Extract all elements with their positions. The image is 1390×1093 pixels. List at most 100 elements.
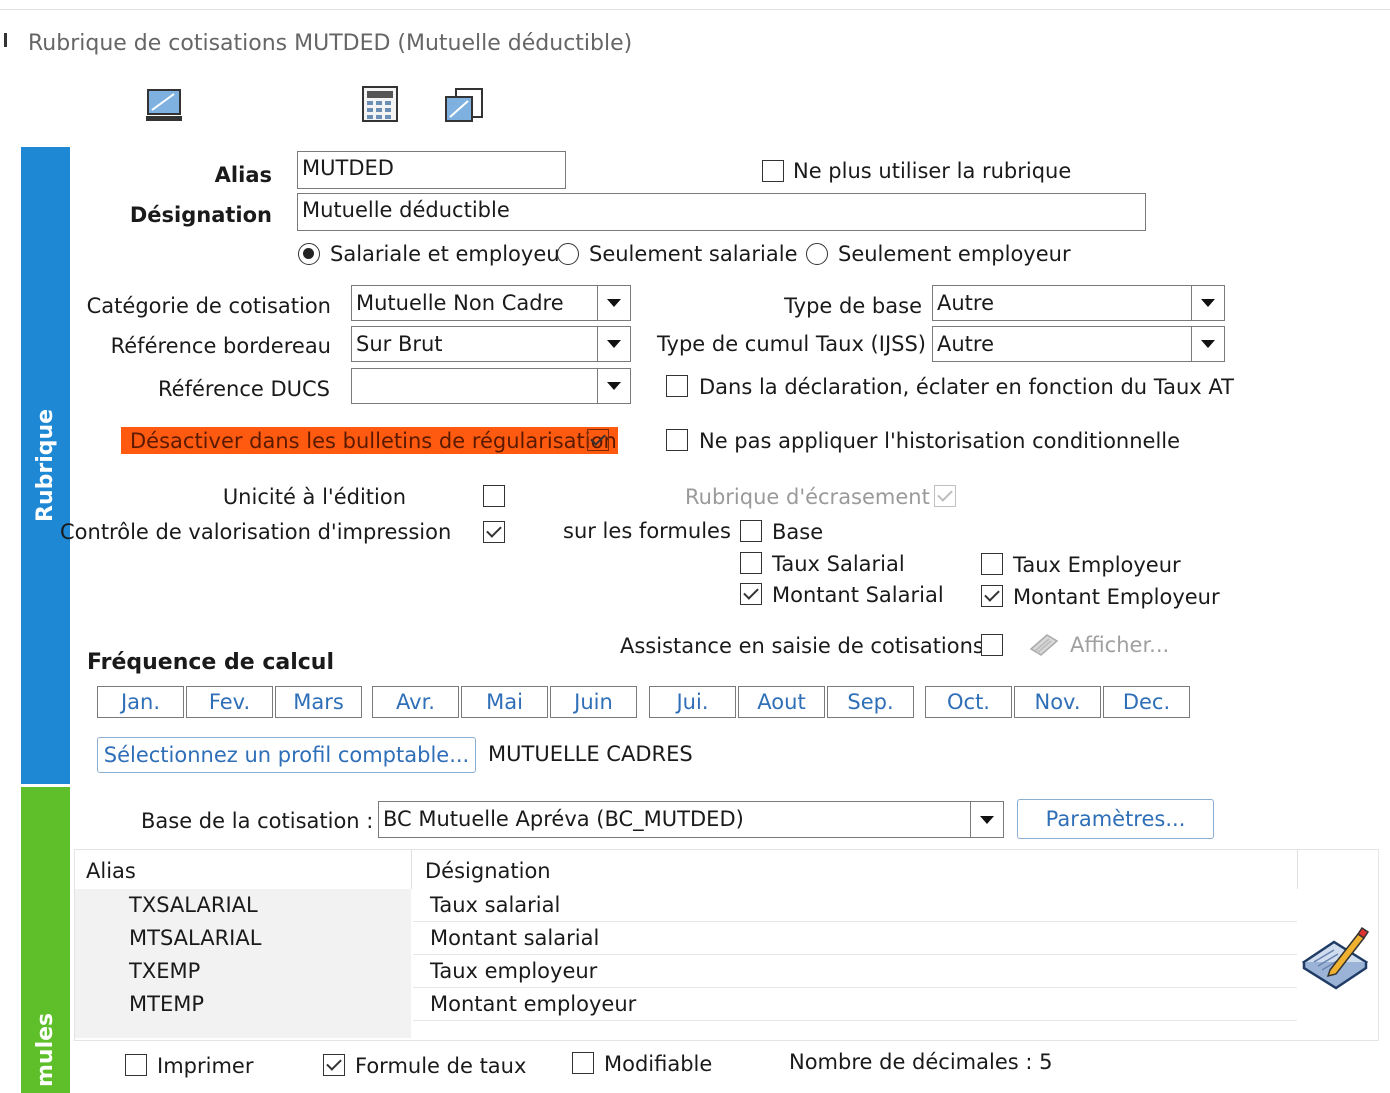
- categorie-label: Catégorie de cotisation: [86, 294, 331, 318]
- calculator-icon[interactable]: [361, 85, 401, 129]
- chevron-down-icon[interactable]: [597, 327, 630, 361]
- eclater-checkbox[interactable]: [666, 375, 688, 397]
- categorie-select[interactable]: Mutuelle Non Cadre: [351, 285, 631, 321]
- month-oct[interactable]: Oct.: [925, 686, 1012, 718]
- month-mars[interactable]: Mars: [275, 686, 362, 718]
- sidebar-tab-formules[interactable]: mules: [21, 787, 70, 1093]
- chevron-down-icon[interactable]: [1191, 286, 1224, 320]
- radio-salariale-employeur-label: Salariale et employeur: [330, 242, 569, 266]
- formule-taux-employeur-checkbox[interactable]: [981, 553, 1003, 575]
- type-base-value: Autre: [937, 291, 995, 315]
- assistance-label: Assistance en saisie de cotisations: [620, 634, 984, 658]
- formule-taux-salarial-checkbox[interactable]: [740, 552, 762, 574]
- chevron-down-icon[interactable]: [1191, 327, 1224, 361]
- alias-input[interactable]: MUTDED: [297, 151, 566, 189]
- profil-comptable-button[interactable]: Sélectionnez un profil comptable...: [97, 737, 476, 773]
- row-designation: Taux employeur: [413, 955, 1297, 988]
- chevron-down-icon[interactable]: [597, 369, 630, 403]
- desactiver-highlight[interactable]: Désactiver dans les bulletins de régular…: [121, 427, 618, 454]
- formule-montant-employeur-checkbox[interactable]: [981, 585, 1003, 607]
- base-cotisation-select[interactable]: BC Mutuelle Apréva (BC_MUTDED): [378, 801, 1004, 838]
- designation-input[interactable]: Mutuelle déductible: [297, 193, 1146, 231]
- nombre-decimales-label: Nombre de décimales : 5: [789, 1050, 1053, 1074]
- unicite-checkbox[interactable]: [483, 485, 505, 507]
- month-mai[interactable]: Mai: [461, 686, 548, 718]
- eclater-label: Dans la déclaration, éclater en fonction…: [699, 375, 1234, 399]
- type-base-select[interactable]: Autre: [932, 285, 1225, 321]
- formule-base-label: Base: [772, 520, 824, 544]
- row-alias: MTEMP: [75, 988, 411, 1021]
- ref-bordereau-value: Sur Brut: [356, 332, 443, 356]
- sidebar-tab-rubrique-label: Rubrique: [33, 408, 58, 522]
- afficher-icon: [1027, 631, 1061, 663]
- profil-comptable-value: MUTUELLE CADRES: [488, 742, 693, 766]
- alias-label: Alias: [214, 163, 272, 187]
- modifiable-checkbox[interactable]: [572, 1052, 594, 1074]
- unicite-label: Unicité à l'édition: [222, 485, 406, 509]
- month-juin[interactable]: Juin: [550, 686, 637, 718]
- table-header-divider: [411, 849, 412, 889]
- assistance-checkbox[interactable]: [981, 634, 1003, 656]
- windows-icon[interactable]: [444, 87, 486, 129]
- row-alias: TXEMP: [75, 955, 411, 988]
- row-alias: TXSALARIAL: [75, 889, 411, 922]
- table-row[interactable]: MTSALARIAL Montant salarial: [75, 922, 1297, 955]
- type-cumul-label: Type de cumul Taux (IJSS): [656, 332, 926, 356]
- formule-de-taux-checkbox[interactable]: [323, 1054, 345, 1076]
- ne-plus-utiliser-label: Ne plus utiliser la rubrique: [793, 159, 1072, 183]
- ref-ducs-label: Référence DUCS: [158, 377, 330, 401]
- radio-seulement-employeur[interactable]: [806, 243, 828, 265]
- modifiable-label: Modifiable: [604, 1052, 713, 1076]
- ref-bordereau-select[interactable]: Sur Brut: [351, 326, 631, 362]
- month-nov[interactable]: Nov.: [1014, 686, 1101, 718]
- month-avr[interactable]: Avr.: [372, 686, 459, 718]
- historisation-checkbox[interactable]: [666, 429, 688, 451]
- month-dec[interactable]: Dec.: [1103, 686, 1190, 718]
- controle-label: Contrôle de valorisation d'impression: [60, 520, 452, 544]
- month-sep[interactable]: Sep.: [827, 686, 914, 718]
- sidebar-tab-rubrique[interactable]: Rubrique: [21, 147, 70, 784]
- ref-ducs-select[interactable]: [351, 368, 631, 404]
- chevron-down-icon[interactable]: [970, 802, 1003, 837]
- table-row[interactable]: TXEMP Taux employeur: [75, 955, 1297, 988]
- month-aout[interactable]: Aout: [738, 686, 825, 718]
- formule-montant-salarial-label: Montant Salarial: [772, 583, 944, 607]
- table-row[interactable]: TXSALARIAL Taux salarial: [75, 889, 1297, 922]
- radio-seulement-salariale[interactable]: [557, 243, 579, 265]
- ecrasement-checkbox[interactable]: [934, 485, 956, 507]
- ne-plus-utiliser-checkbox[interactable]: [762, 160, 784, 182]
- parametres-button[interactable]: Paramètres...: [1017, 799, 1214, 839]
- type-cumul-select[interactable]: Autre: [932, 326, 1225, 362]
- chevron-down-icon[interactable]: [597, 286, 630, 320]
- base-cotisation-label: Base de la cotisation :: [141, 809, 374, 833]
- table-row[interactable]: MTEMP Montant employeur: [75, 988, 1297, 1021]
- ecrasement-label: Rubrique d'écrasement: [685, 485, 930, 509]
- edit-formula-icon[interactable]: [1300, 924, 1370, 996]
- type-cumul-value: Autre: [937, 332, 995, 356]
- row-designation: Montant employeur: [413, 988, 1297, 1021]
- row-alias: MTSALARIAL: [75, 922, 411, 955]
- formule-montant-employeur-label: Montant Employeur: [1013, 585, 1220, 609]
- historisation-label: Ne pas appliquer l'historisation conditi…: [699, 429, 1181, 453]
- radio-seulement-salariale-label: Seulement salariale: [589, 242, 798, 266]
- month-fev[interactable]: Fev.: [186, 686, 273, 718]
- monitor-icon[interactable]: [146, 88, 184, 128]
- controle-checkbox[interactable]: [483, 521, 505, 543]
- imprimer-label: Imprimer: [157, 1054, 254, 1078]
- afficher-link[interactable]: Afficher...: [1070, 632, 1169, 658]
- formule-montant-salarial-checkbox[interactable]: [740, 583, 762, 605]
- imprimer-checkbox[interactable]: [125, 1054, 147, 1076]
- formule-base-checkbox[interactable]: [740, 520, 762, 542]
- window-top-border: [0, 9, 1390, 10]
- table-header-divider-2: [1297, 849, 1298, 889]
- table-header-designation[interactable]: Désignation: [425, 858, 551, 884]
- window-title: Rubrique de cotisations MUTDED (Mutuelle…: [28, 31, 633, 56]
- month-jui[interactable]: Jui.: [649, 686, 736, 718]
- ref-bordereau-label: Référence bordereau: [110, 334, 331, 358]
- radio-salariale-employeur[interactable]: [298, 243, 320, 265]
- desactiver-label: Désactiver dans les bulletins de régular…: [130, 429, 617, 453]
- type-base-label: Type de base: [784, 294, 922, 318]
- month-jan[interactable]: Jan.: [97, 686, 184, 718]
- table-header-alias[interactable]: Alias: [86, 858, 136, 884]
- desactiver-checkbox[interactable]: [587, 429, 609, 451]
